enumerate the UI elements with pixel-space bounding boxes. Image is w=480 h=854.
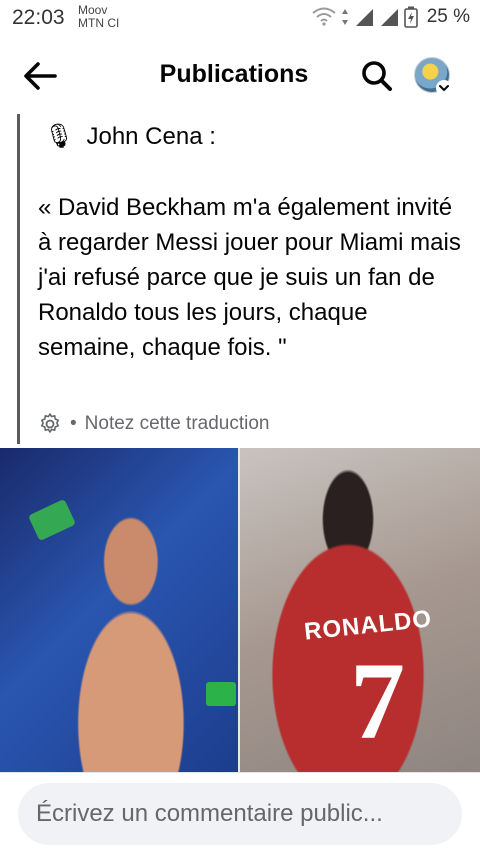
separator-dot: • bbox=[70, 413, 77, 434]
search-button[interactable] bbox=[358, 58, 396, 94]
data-arrows-icon bbox=[341, 9, 348, 25]
status-icons: 25 % bbox=[312, 6, 470, 28]
status-bar: 22:03 Moov MTN CI 25 % bbox=[0, 0, 480, 36]
wristband-shape bbox=[27, 498, 77, 542]
comment-bar: Écrivez un commentaire public... bbox=[0, 772, 480, 854]
page-title: Publications bbox=[159, 60, 309, 88]
avatar-menu-button[interactable] bbox=[436, 80, 452, 96]
battery-charging-icon bbox=[403, 6, 418, 28]
carrier-label: Moov MTN CI bbox=[78, 4, 119, 30]
post: 🎙 John Cena : « David Beckham m'a égalem… bbox=[0, 114, 480, 446]
author-line: 🎙 John Cena : bbox=[44, 122, 216, 151]
app-header: Publications bbox=[0, 36, 480, 114]
chevron-down-icon bbox=[439, 85, 449, 92]
status-time: 22:03 bbox=[12, 6, 65, 29]
carrier-line-2: MTN CI bbox=[78, 16, 120, 30]
post-images[interactable]: RONALDO 7 bbox=[0, 448, 480, 772]
quote-bar bbox=[17, 114, 20, 444]
wifi-icon bbox=[312, 7, 336, 26]
photo-saluting-footballer[interactable]: RONALDO 7 bbox=[240, 448, 480, 772]
translation-rating[interactable]: • Notez cette traduction bbox=[38, 412, 269, 436]
signal-icon bbox=[380, 9, 398, 26]
battery-percent: 25 % bbox=[426, 6, 470, 27]
translation-label: Notez cette traduction bbox=[84, 413, 270, 434]
signal-icon bbox=[355, 9, 373, 26]
jersey-number: 7 bbox=[350, 640, 405, 762]
search-icon bbox=[362, 61, 392, 91]
microphone-icon: 🎙 bbox=[44, 123, 75, 150]
armband-shape bbox=[206, 682, 236, 706]
author-name: John Cena : bbox=[86, 122, 216, 150]
photo-saluting-wrestler[interactable] bbox=[0, 448, 238, 772]
comment-input[interactable]: Écrivez un commentaire public... bbox=[18, 783, 462, 845]
post-body: « David Beckham m'a également invité à r… bbox=[38, 194, 461, 361]
gear-icon bbox=[41, 413, 59, 433]
